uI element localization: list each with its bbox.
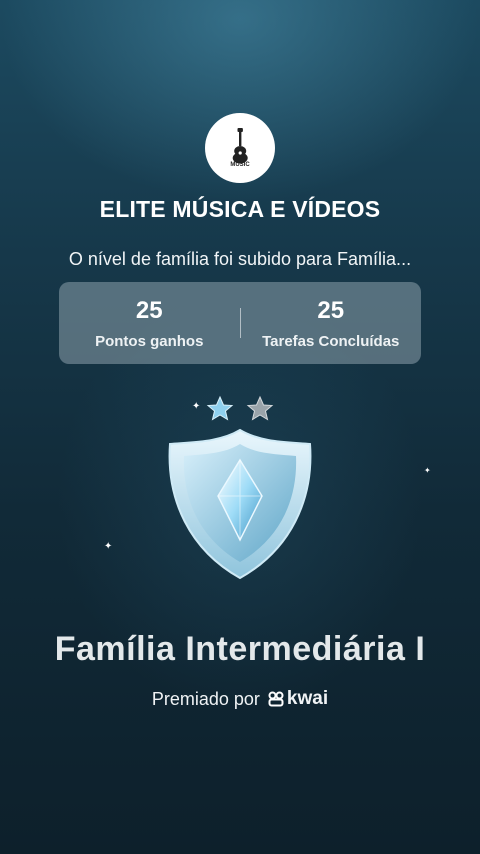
level-up-message: O nível de família foi subido para Famíl… (68, 249, 412, 269)
level-name: Família Intermediária I (54, 630, 426, 668)
kwai-label: kwai (286, 688, 329, 709)
shield-diamond-icon (168, 428, 312, 580)
channel-name: ELITE MÚSICA E VÍDEOS (99, 196, 381, 222)
tasks-label: Tarefas Concluídas (262, 332, 400, 350)
family-level-badge (150, 390, 330, 590)
points-value: 25 (135, 296, 163, 324)
points-label: Pontos ganhos (95, 332, 204, 350)
tasks-value: 25 (317, 296, 345, 324)
stats-card: 25 Pontos ganhos 25 Tarefas Concluídas (59, 282, 421, 364)
channel-avatar[interactable]: MUSIC (205, 113, 275, 183)
kwai-logo-icon (268, 691, 284, 707)
star-icon (246, 395, 274, 421)
sparkle-icon: ✦ (104, 541, 113, 552)
kwai-brand: kwai (268, 688, 328, 710)
awarded-by: Premiado por kwai (0, 688, 480, 710)
sparkle-icon: ✦ (424, 466, 431, 475)
logo-text: MUSIC (230, 162, 250, 168)
tasks-stat: 25 Tarefas Concluídas (241, 297, 422, 350)
star-icon (206, 395, 234, 421)
guitar-logo-icon (232, 128, 248, 164)
points-stat: 25 Pontos ganhos (59, 297, 240, 350)
awarded-label: Premiado por (151, 688, 260, 709)
